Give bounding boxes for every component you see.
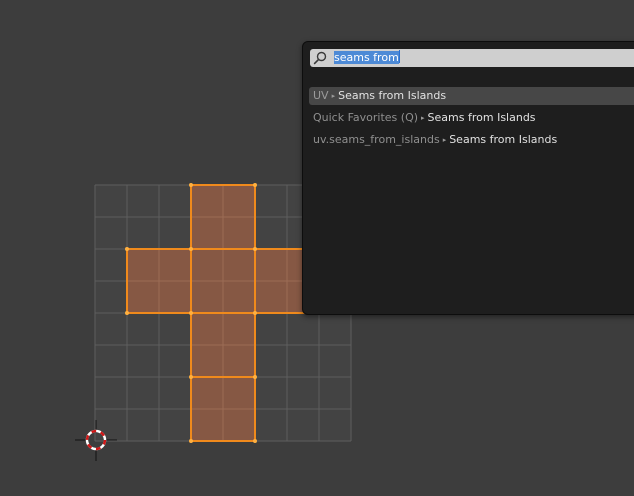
search-input[interactable]: seams from [334, 49, 400, 67]
result-operator-name: Seams from Islands [338, 89, 447, 102]
result-category: UV [313, 89, 329, 102]
search-field[interactable]: seams from [310, 49, 634, 67]
search-icon [313, 51, 327, 65]
breadcrumb-arrow-icon: ▸ [421, 114, 425, 122]
breadcrumb-arrow-icon: ▸ [331, 92, 336, 100]
search-result-item[interactable]: UV ▸ Seams from Islands [309, 87, 634, 105]
search-result-item[interactable]: uv.seams_from_islands ▸ Seams from Islands [309, 131, 634, 149]
result-operator-name: Seams from Islands [427, 111, 536, 124]
operator-search-popup[interactable]: seams from UV ▸ Seams from Islands Quick F… [302, 41, 634, 315]
uv-vertex[interactable] [253, 375, 257, 379]
uv-vertex[interactable] [189, 247, 193, 251]
result-category: uv.seams_from_islands [313, 133, 440, 146]
uv-vertex[interactable] [125, 311, 129, 315]
uv-vertex[interactable] [189, 439, 193, 443]
uv-vertex[interactable] [189, 311, 193, 315]
uv-vertex[interactable] [253, 311, 257, 315]
uv-vertex[interactable] [253, 183, 257, 187]
uv-vertex[interactable] [253, 439, 257, 443]
search-result-item[interactable]: Quick Favorites (Q) ▸ Seams from Islands [309, 109, 634, 127]
result-operator-name: Seams from Islands [449, 133, 558, 146]
breadcrumb-arrow-icon: ▸ [442, 136, 447, 144]
uv-vertex[interactable] [189, 183, 193, 187]
result-category: Quick Favorites (Q) [313, 111, 419, 124]
text-caret [398, 50, 400, 63]
uv-vertex[interactable] [189, 375, 193, 379]
search-input-selected-text: seams from [334, 51, 399, 64]
uv-vertex[interactable] [125, 247, 129, 251]
uv-vertex[interactable] [253, 247, 257, 251]
